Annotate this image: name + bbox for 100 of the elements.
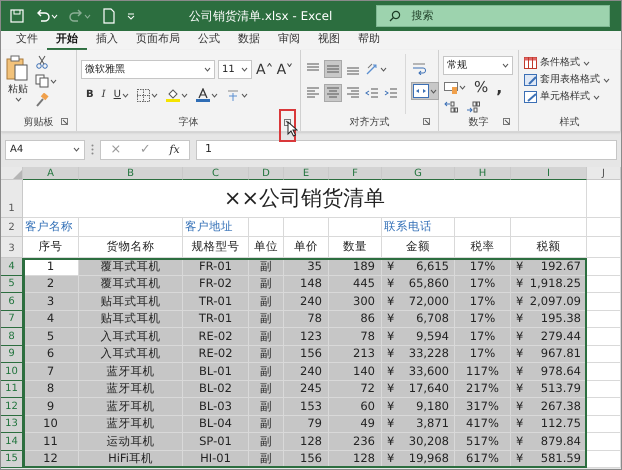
row-header[interactable]: 4: [1, 258, 23, 276]
column-header[interactable]: B: [79, 167, 183, 180]
row-header[interactable]: 14: [1, 433, 23, 450]
borders-button[interactable]: [136, 88, 159, 102]
ribbon-tab[interactable]: 视图: [309, 32, 349, 50]
row-header[interactable]: 5: [1, 276, 23, 293]
bold-button[interactable]: B: [85, 89, 95, 101]
row-header[interactable]: 10: [1, 363, 23, 380]
column-header[interactable]: A: [23, 167, 79, 180]
ribbon-tab[interactable]: 审阅: [269, 32, 309, 50]
row-header[interactable]: 13: [1, 416, 23, 433]
merge-cells-icon: [413, 84, 429, 98]
column-header[interactable]: F: [329, 167, 382, 180]
currency-symbol: ¥: [516, 380, 524, 398]
accounting-format-button[interactable]: [443, 80, 467, 94]
group-label: 字体: [178, 116, 198, 130]
undo-icon[interactable]: [35, 8, 51, 24]
grow-font-button[interactable]: A: [255, 62, 273, 78]
ribbon-tab[interactable]: 页面布局: [127, 32, 189, 50]
align-center-button[interactable]: [324, 84, 342, 102]
table-cell: 245: [284, 380, 329, 398]
italic-button[interactable]: I: [100, 89, 107, 101]
amount-text: 6,615: [416, 258, 449, 275]
row-header[interactable]: 8: [1, 328, 23, 346]
row-header[interactable]: 6: [1, 293, 23, 310]
insert-function-button[interactable]: fx: [167, 144, 182, 155]
styles-menu-button[interactable]: 条件格式: [523, 56, 616, 70]
number-format-field[interactable]: 常规: [443, 56, 513, 75]
table-cell: 4: [23, 310, 79, 328]
font-color-button[interactable]: [194, 87, 219, 103]
save-icon[interactable]: [9, 8, 25, 24]
row-header[interactable]: 7: [1, 310, 23, 328]
table-cell: 217%: [455, 380, 511, 398]
column-header[interactable]: J: [587, 167, 621, 180]
group-label: 样式: [560, 116, 580, 130]
percent-button[interactable]: %: [473, 79, 490, 96]
caret-icon: [84, 14, 91, 18]
empty-cell[interactable]: [249, 218, 284, 237]
currency-symbol: ¥: [387, 310, 394, 328]
dialog-launcher[interactable]: [61, 118, 68, 125]
currency-symbol: ¥: [387, 328, 394, 345]
row-header[interactable]: 2: [1, 218, 23, 237]
align-middle-button[interactable]: [324, 60, 342, 78]
dialog-launcher[interactable]: [503, 118, 510, 125]
empty-cell[interactable]: [587, 237, 621, 258]
orientation-button[interactable]: [364, 61, 388, 77]
empty-cell[interactable]: [455, 218, 511, 237]
empty-cell[interactable]: [284, 218, 329, 237]
empty-cell[interactable]: [329, 218, 382, 237]
dialog-launcher[interactable]: [423, 118, 430, 125]
table-cell: 517%: [455, 433, 511, 450]
amount-text: 19,968: [408, 450, 449, 468]
sheet-title: ××公司销货清单: [23, 180, 587, 218]
currency-symbol: ¥: [516, 276, 524, 292]
name-box[interactable]: A4: [5, 140, 85, 160]
empty-cell[interactable]: [79, 218, 183, 237]
decrease-indent-icon: [365, 86, 379, 100]
row-header[interactable]: 15: [1, 450, 23, 468]
search-field[interactable]: 搜索: [376, 5, 610, 27]
styles-menu-button[interactable]: 单元格样式: [523, 90, 616, 104]
customize-menu-icon[interactable]: [127, 12, 135, 20]
column-header[interactable]: D: [249, 167, 284, 180]
row-header[interactable]: 3: [1, 237, 23, 258]
merge-center-button[interactable]: [411, 82, 439, 100]
ribbon-tab[interactable]: 文件: [7, 32, 47, 50]
row-header[interactable]: 9: [1, 346, 23, 363]
table-cell: 78: [284, 310, 329, 328]
styles-menu-button[interactable]: 套用表格格式: [523, 73, 616, 87]
underline-button[interactable]: U: [112, 89, 130, 101]
ribbon-tab[interactable]: 帮助: [349, 32, 389, 50]
row-header[interactable]: 11: [1, 380, 23, 398]
column-header[interactable]: C: [183, 167, 249, 180]
amount-text: 279.44: [540, 328, 581, 345]
row-header[interactable]: 12: [1, 398, 23, 416]
column-header[interactable]: H: [455, 167, 511, 180]
table-cell: 417%: [455, 416, 511, 433]
font-size-field[interactable]: 11: [218, 60, 252, 79]
decrease-decimal-button[interactable]: [465, 100, 481, 114]
column-header[interactable]: E: [284, 167, 329, 180]
empty-cell[interactable]: [511, 218, 587, 237]
increase-decimal-button[interactable]: [443, 100, 459, 114]
column-header[interactable]: G: [382, 167, 455, 180]
ribbon-tab[interactable]: 插入: [87, 32, 127, 50]
currency-symbol: ¥: [387, 380, 394, 398]
empty-cell[interactable]: [587, 218, 621, 237]
paste-button[interactable]: 粘贴: [5, 54, 31, 114]
fill-color-button[interactable]: [164, 87, 189, 103]
ribbon-tab[interactable]: 数据: [229, 32, 269, 50]
align-center-icon: [326, 86, 340, 100]
comma-style-button[interactable]: ,: [495, 82, 504, 94]
column-header[interactable]: I: [511, 167, 587, 180]
increase-decimal-icon: [444, 101, 458, 113]
copy-button[interactable]: [34, 73, 58, 89]
ribbon-tab[interactable]: 公式: [189, 32, 229, 50]
currency-symbol: ¥: [387, 433, 394, 450]
new-document-icon[interactable]: [101, 8, 117, 24]
shrink-font-button[interactable]: A: [276, 62, 294, 78]
formula-input[interactable]: 1: [196, 140, 617, 160]
row-header[interactable]: 1: [1, 180, 23, 218]
font-name-field[interactable]: 微软雅黑: [81, 60, 215, 79]
